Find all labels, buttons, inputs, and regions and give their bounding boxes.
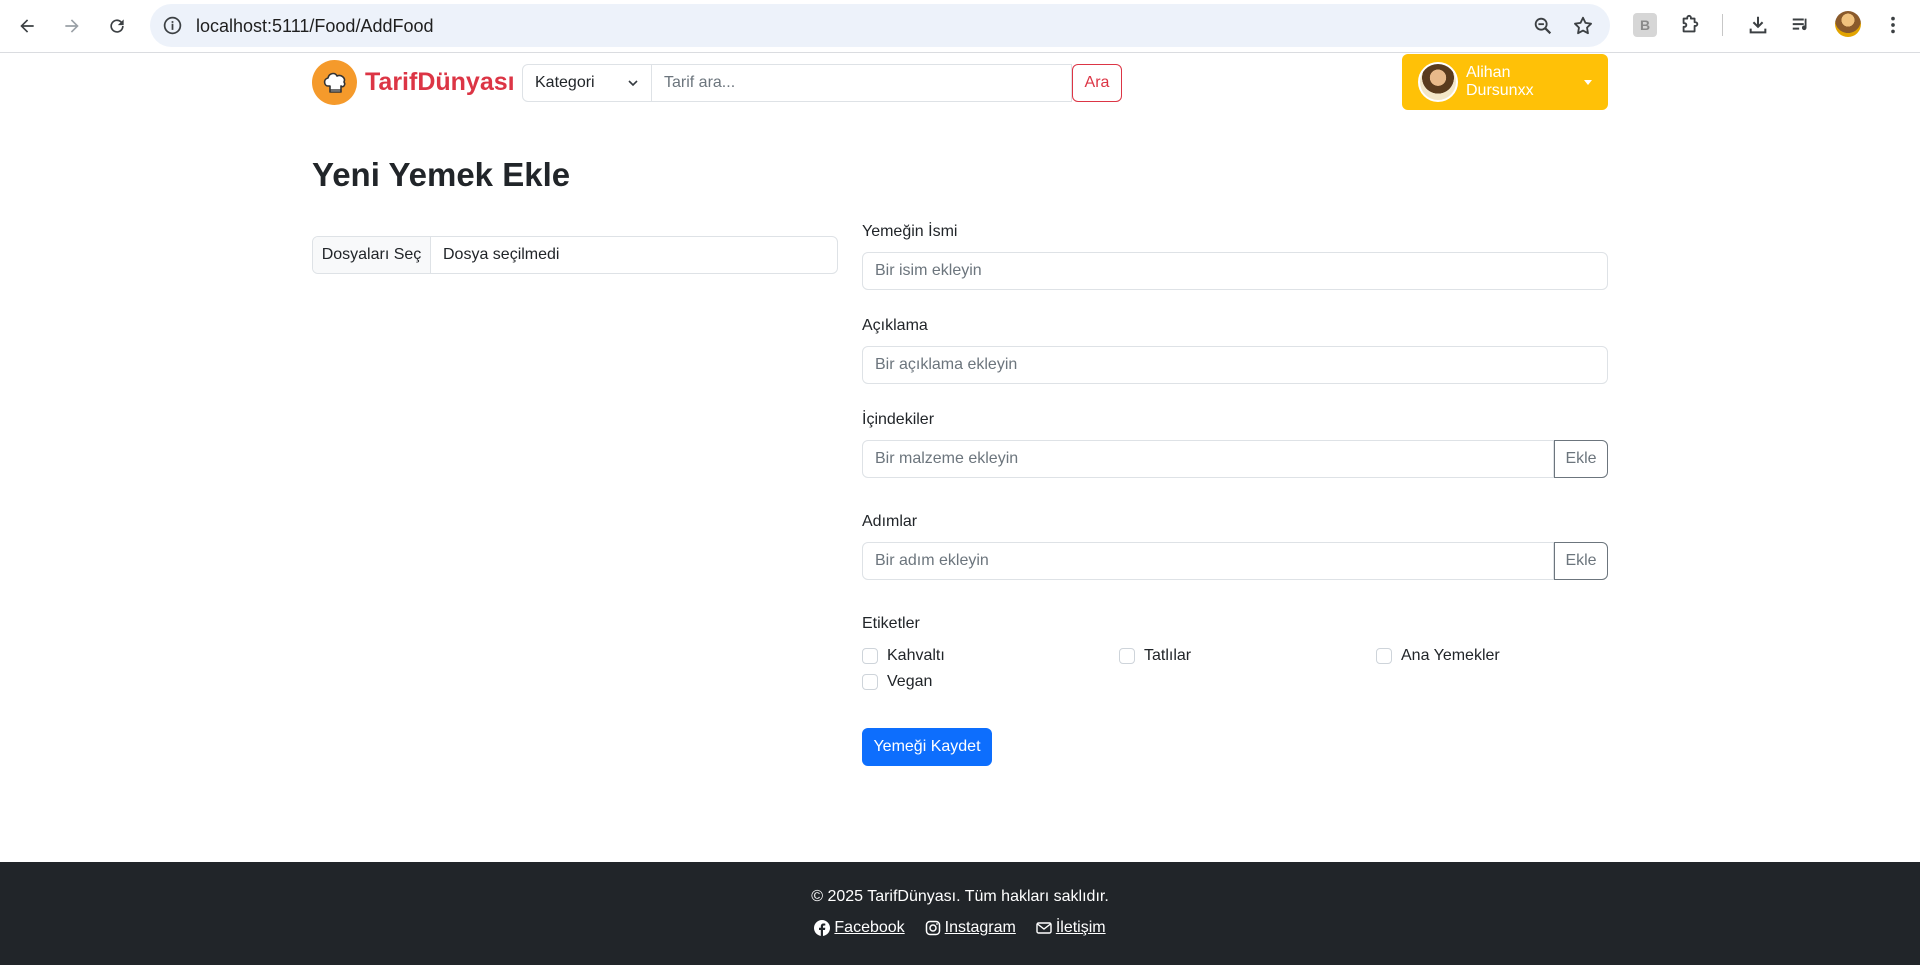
reload-icon[interactable]	[101, 10, 133, 42]
facebook-link-label: Facebook	[834, 919, 905, 936]
bookmark-star-icon[interactable]	[1572, 15, 1594, 37]
tag-checkbox-tatlilar[interactable]: Tatlılar	[1119, 647, 1191, 665]
back-icon[interactable]	[11, 10, 43, 42]
choose-files-button[interactable]: Dosyaları Seç	[313, 237, 431, 273]
page-title: Yeni Yemek Ekle	[312, 156, 571, 193]
tag-checkbox-kahvalti[interactable]: Kahvaltı	[862, 647, 945, 665]
add-ingredient-button[interactable]: Ekle	[1554, 440, 1608, 478]
instagram-link-label: Instagram	[944, 919, 1016, 936]
save-food-button[interactable]: Yemeği Kaydet	[862, 728, 992, 766]
extensions-puzzle-icon[interactable]	[1677, 12, 1703, 38]
site-navbar: TarifDünyası Kategori Tarif ara... Ara A…	[0, 54, 1920, 112]
envelope-icon	[1036, 922, 1052, 934]
forward-icon[interactable]	[56, 10, 88, 42]
footer-links: Facebook Instagram İletişim	[0, 919, 1920, 937]
tag-label: Ana Yemekler	[1401, 647, 1500, 664]
search-button[interactable]: Ara	[1072, 64, 1122, 102]
user-name: Alihan Dursunxx	[1466, 64, 1534, 99]
checkbox[interactable]	[1119, 648, 1135, 664]
instagram-link[interactable]: Instagram	[925, 919, 1016, 937]
name-label: Yemeğin İsmi	[862, 223, 958, 240]
menu-kebab-icon[interactable]	[1880, 12, 1906, 38]
checkbox[interactable]	[862, 674, 878, 690]
checkbox[interactable]	[862, 648, 878, 664]
add-step-button[interactable]: Ekle	[1554, 542, 1608, 580]
browser-profile-avatar[interactable]	[1835, 11, 1861, 37]
checkbox[interactable]	[1376, 648, 1392, 664]
toolbar-divider	[1722, 14, 1723, 36]
download-icon[interactable]	[1745, 12, 1771, 38]
user-menu-button[interactable]: Alihan Dursunxx	[1402, 54, 1608, 110]
category-select[interactable]: Kategori	[522, 64, 652, 102]
contact-link-label: İletişim	[1055, 919, 1106, 936]
brand-name[interactable]: TarifDünyası	[365, 68, 515, 97]
instagram-icon	[925, 920, 940, 936]
extension-b-icon[interactable]: B	[1633, 13, 1657, 37]
chef-hat-icon	[312, 60, 357, 105]
recipe-search-input[interactable]: Tarif ara...	[652, 64, 1072, 102]
tags-label: Etiketler	[862, 615, 920, 632]
site-footer: © 2025 TarifDünyası. Tüm hakları saklıdı…	[0, 862, 1920, 965]
description-label: Açıklama	[862, 317, 928, 334]
tag-checkbox-ana-yemekler[interactable]: Ana Yemekler	[1376, 647, 1500, 665]
ingredients-label: İçindekiler	[862, 411, 935, 428]
brand-link[interactable]: TarifDünyası	[312, 60, 515, 105]
tag-label: Kahvaltı	[887, 647, 945, 664]
facebook-link[interactable]: Facebook	[814, 919, 905, 937]
tag-label: Vegan	[887, 673, 933, 690]
file-status-text: Dosya seçilmedi	[443, 246, 560, 263]
steps-label: Adımlar	[862, 513, 918, 530]
image-file-input[interactable]: Dosyaları Seç Dosya seçilmedi	[312, 236, 838, 274]
name-input[interactable]: Bir isim ekleyin	[862, 252, 1608, 290]
caret-down-icon	[1584, 79, 1592, 85]
category-select-value: Kategori	[535, 74, 595, 91]
zoom-icon[interactable]	[1532, 15, 1554, 37]
ingredient-input[interactable]: Bir malzeme ekleyin	[862, 440, 1554, 478]
copyright-text: © 2025 TarifDünyası. Tüm hakları saklıdı…	[811, 888, 1109, 905]
tag-label: Tatlılar	[1144, 647, 1192, 664]
tag-checkbox-vegan[interactable]: Vegan	[862, 673, 932, 691]
browser-toolbar: localhost:5111/Food/AddFood B	[0, 0, 1920, 53]
facebook-icon	[814, 920, 831, 936]
contact-link[interactable]: İletişim	[1036, 919, 1106, 937]
url-text[interactable]: localhost:5111/Food/AddFood	[196, 16, 434, 37]
media-playlist-icon[interactable]	[1788, 12, 1814, 38]
description-input[interactable]: Bir açıklama ekleyin	[862, 346, 1608, 384]
address-bar[interactable]: localhost:5111/Food/AddFood	[150, 4, 1610, 47]
user-avatar	[1418, 62, 1458, 102]
step-input[interactable]: Bir adım ekleyin	[862, 542, 1554, 580]
site-info-icon[interactable]	[162, 15, 183, 36]
chevron-down-icon	[628, 80, 638, 87]
